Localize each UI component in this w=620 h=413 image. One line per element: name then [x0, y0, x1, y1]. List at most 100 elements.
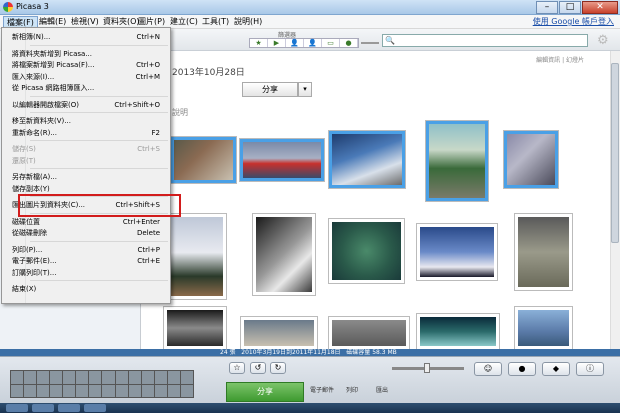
menu-item-label: 將檔案新增到 Picasa(F)...: [12, 61, 95, 69]
file-menu-item[interactable]: 將檔案新增到 Picasa(F)... Ctrl+O: [4, 59, 168, 71]
people-filter-icon[interactable]: 👤: [304, 39, 322, 47]
photo-thumbnail[interactable]: [329, 219, 404, 283]
file-menu-item[interactable]: 將資料夾新增到 Picasa...: [4, 48, 168, 60]
photo-thumbnail[interactable]: [504, 131, 558, 188]
file-menu-item[interactable]: 移至新資料夾(V)...: [4, 115, 168, 127]
status-bar: 24 張 2010年3月19日到2011年11月18日 磁碟容量 58.3 MB: [0, 349, 620, 356]
geotag-filter-icon[interactable]: ●: [340, 39, 358, 47]
maximize-button[interactable]: □: [559, 1, 581, 14]
menu-item-label: 磁碟位置: [12, 217, 40, 226]
video-filter-icon[interactable]: ▶: [268, 39, 286, 47]
title-bar: Picasa 3 – □ ✕: [0, 0, 620, 15]
zoom-slider-knob[interactable]: [424, 363, 430, 373]
close-button[interactable]: ✕: [582, 1, 618, 14]
file-menu-item[interactable]: 新相簿(N)... Ctrl+N: [4, 31, 168, 43]
photo-thumbnail[interactable]: [253, 214, 315, 295]
photo-thumbnail[interactable]: [329, 131, 405, 188]
menu-item-shortcut: Ctrl+S: [137, 145, 160, 153]
windows-taskbar: [0, 403, 620, 413]
file-menu-item[interactable]: 磁碟位置 Ctrl+Enter: [4, 216, 168, 228]
photo-thumbnail[interactable]: [417, 224, 497, 280]
scrollbar-thumb[interactable]: [611, 63, 619, 243]
chevron-down-icon[interactable]: ▾: [298, 82, 312, 97]
file-menu-item[interactable]: 訂購列印(T)...: [4, 267, 168, 279]
taskbar-app[interactable]: [84, 404, 106, 412]
menu-item-label: 電子郵件(E)...: [12, 257, 57, 265]
search-input[interactable]: 🔍: [382, 34, 588, 47]
people-icon[interactable]: ☺: [474, 362, 502, 376]
album-description-label: 說明: [172, 108, 188, 117]
menu-tools[interactable]: 工具(T): [199, 16, 232, 28]
menu-item-shortcut: Ctrl+E: [137, 257, 160, 265]
tag-icon[interactable]: ◆: [542, 362, 570, 376]
file-menu-item[interactable]: 儲存副本(Y): [4, 183, 168, 195]
taskbar-app[interactable]: [58, 404, 80, 412]
menu-separator: [30, 168, 168, 169]
photo-thumbnail[interactable]: [162, 214, 226, 299]
search-icon: 🔍: [385, 36, 395, 45]
rotate-left-button[interactable]: ↺: [250, 362, 266, 374]
filter-bar: ★ ▶ 👤 👤 ▭ ●: [249, 38, 359, 48]
menu-separator: [30, 140, 168, 141]
export-button[interactable]: 匯出: [376, 385, 388, 394]
file-menu-item[interactable]: 列印(P)... Ctrl+P: [4, 244, 168, 256]
photo-thumbnail[interactable]: [329, 317, 409, 349]
file-menu-item[interactable]: 從磁碟刪除 Delete: [4, 227, 168, 239]
menu-item-shortcut: Ctrl+P: [137, 245, 160, 254]
photo-thumbnail[interactable]: [240, 139, 324, 181]
vertical-scrollbar[interactable]: [610, 51, 620, 349]
tray-thumbnails[interactable]: [10, 370, 194, 398]
album-date: 2013年10月28日: [172, 68, 245, 78]
print-button[interactable]: 列印: [346, 385, 358, 394]
menu-create[interactable]: 建立(C): [167, 16, 201, 28]
file-menu-item[interactable]: 電子郵件(E)... Ctrl+E: [4, 255, 168, 267]
map-pin-icon[interactable]: ●: [508, 362, 536, 376]
email-button[interactable]: 電子郵件: [310, 385, 334, 394]
window-title: Picasa 3: [16, 2, 49, 11]
file-menu-item[interactable]: 以編輯器開啟檔案(O) Ctrl+Shift+O: [4, 99, 168, 111]
photo-thumbnail[interactable]: [417, 314, 499, 349]
file-menu-item[interactable]: 重新命名(R)... F2: [4, 127, 168, 139]
filter-slider[interactable]: [361, 42, 379, 44]
face-filter-icon[interactable]: 👤: [286, 39, 304, 47]
google-signin-link[interactable]: 使用 Google 帳戶登入: [533, 16, 614, 28]
info-icon[interactable]: ⓘ: [576, 362, 604, 376]
file-menu-item[interactable]: 匯入來源(I)... Ctrl+M: [4, 71, 168, 83]
photo-thumbnail[interactable]: [426, 121, 488, 201]
menu-item-label: 將資料夾新增到 Picasa...: [12, 49, 92, 58]
menu-item-label: 新相簿(N)...: [12, 33, 51, 41]
file-menu-item: 還原(T): [4, 155, 168, 167]
file-menu-item[interactable]: 從 Picasa 網路相簿匯入...: [4, 82, 168, 94]
photo-thumbnail[interactable]: [515, 214, 572, 290]
star-button[interactable]: ☆: [229, 362, 245, 374]
menu-item-label: 重新命名(R)...: [12, 128, 58, 137]
photo-thumbnail[interactable]: [241, 317, 317, 349]
rotate-right-button[interactable]: ↻: [270, 362, 286, 374]
highlight-annotation-box: [18, 194, 181, 217]
taskbar-app[interactable]: [32, 404, 54, 412]
share-button[interactable]: 分享: [226, 382, 304, 402]
menu-item-label: 還原(T): [12, 156, 36, 165]
menu-item-label: 儲存副本(Y): [12, 184, 50, 193]
photo-thumbnail[interactable]: [164, 307, 226, 349]
photo-thumbnail[interactable]: [171, 137, 236, 183]
menu-item-label: 列印(P)...: [12, 245, 43, 254]
album-share-button[interactable]: 分享: [242, 82, 298, 97]
start-button[interactable]: [6, 404, 28, 412]
star-filter-icon[interactable]: ★: [250, 39, 268, 47]
menu-item-shortcut: Ctrl+M: [135, 72, 160, 81]
menu-item-shortcut: Delete: [137, 229, 160, 237]
menu-separator: [30, 112, 168, 113]
menu-help[interactable]: 說明(H): [231, 16, 265, 28]
file-menu-item[interactable]: 另存新檔(A)...: [4, 171, 168, 183]
menu-item-shortcut: Ctrl+Shift+O: [114, 100, 160, 109]
menu-item-shortcut: F2: [151, 128, 160, 137]
photo-grid-pane: 編輯資訊 | 幻燈片 2013年10月28日 分享 ▾ 說明: [142, 51, 620, 349]
gear-icon[interactable]: ⚙: [597, 33, 609, 48]
minimize-button[interactable]: –: [536, 1, 558, 14]
photo-thumbnail[interactable]: [515, 307, 572, 349]
frame-filter-icon[interactable]: ▭: [322, 39, 340, 47]
file-menu-item[interactable]: 結束(X): [4, 283, 168, 295]
album-edit-links[interactable]: 編輯資訊 | 幻燈片: [536, 55, 584, 64]
menu-item-label: 儲存(S): [12, 145, 36, 153]
